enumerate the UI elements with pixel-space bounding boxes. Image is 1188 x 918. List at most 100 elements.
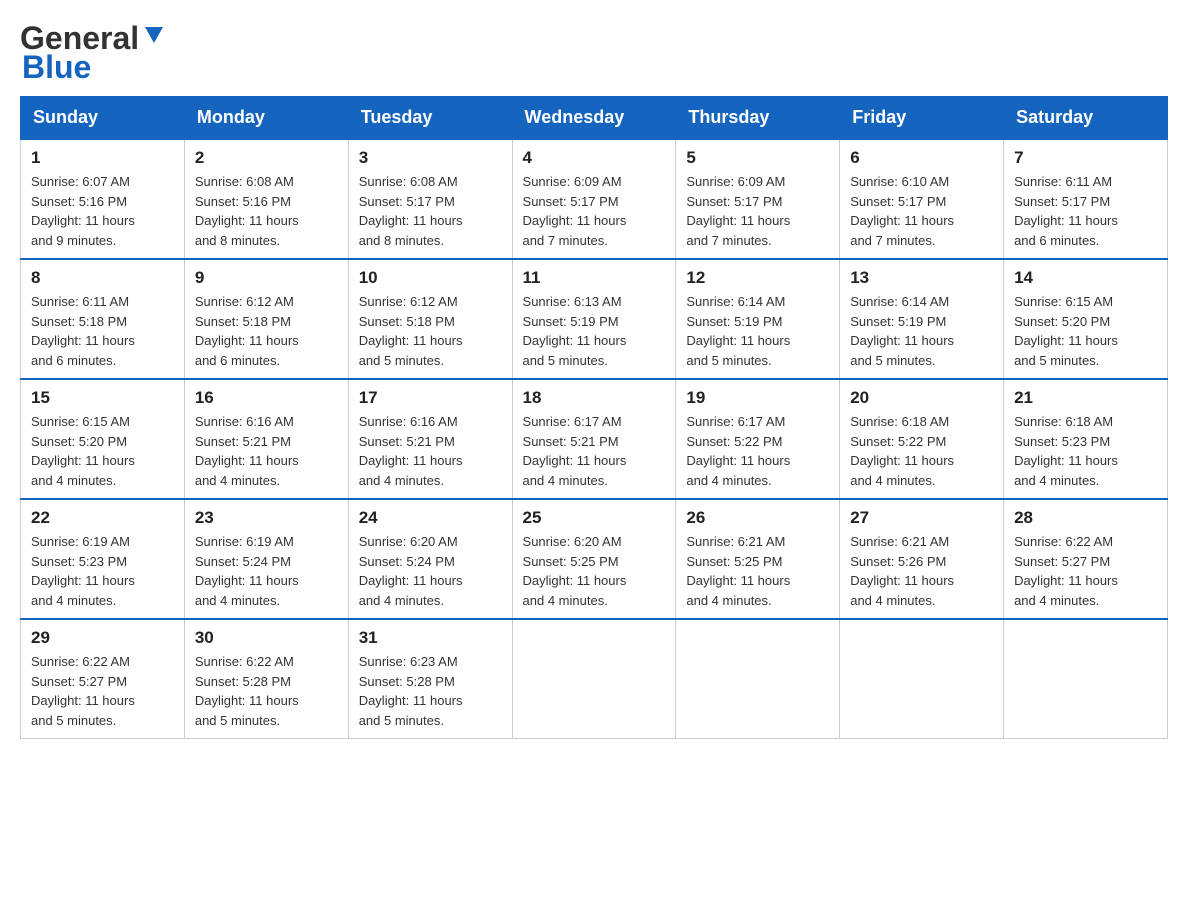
- day-number: 22: [31, 508, 174, 528]
- day-info: Sunrise: 6:22 AMSunset: 5:27 PMDaylight:…: [31, 652, 174, 730]
- day-info: Sunrise: 6:14 AMSunset: 5:19 PMDaylight:…: [850, 292, 993, 370]
- day-number: 7: [1014, 148, 1157, 168]
- day-info: Sunrise: 6:10 AMSunset: 5:17 PMDaylight:…: [850, 172, 993, 250]
- day-number: 17: [359, 388, 502, 408]
- calendar-cell: 15 Sunrise: 6:15 AMSunset: 5:20 PMDaylig…: [21, 379, 185, 499]
- day-info: Sunrise: 6:19 AMSunset: 5:24 PMDaylight:…: [195, 532, 338, 610]
- calendar-cell: 6 Sunrise: 6:10 AMSunset: 5:17 PMDayligh…: [840, 139, 1004, 259]
- day-info: Sunrise: 6:18 AMSunset: 5:23 PMDaylight:…: [1014, 412, 1157, 490]
- calendar-cell: 10 Sunrise: 6:12 AMSunset: 5:18 PMDaylig…: [348, 259, 512, 379]
- calendar-cell: 8 Sunrise: 6:11 AMSunset: 5:18 PMDayligh…: [21, 259, 185, 379]
- week-row-3: 15 Sunrise: 6:15 AMSunset: 5:20 PMDaylig…: [21, 379, 1168, 499]
- day-info: Sunrise: 6:12 AMSunset: 5:18 PMDaylight:…: [359, 292, 502, 370]
- calendar-cell: [512, 619, 676, 739]
- day-number: 3: [359, 148, 502, 168]
- day-number: 1: [31, 148, 174, 168]
- logo-blue-text: Blue: [22, 49, 91, 86]
- day-number: 15: [31, 388, 174, 408]
- day-number: 6: [850, 148, 993, 168]
- day-number: 27: [850, 508, 993, 528]
- day-number: 10: [359, 268, 502, 288]
- calendar-cell: 24 Sunrise: 6:20 AMSunset: 5:24 PMDaylig…: [348, 499, 512, 619]
- calendar-cell: 20 Sunrise: 6:18 AMSunset: 5:22 PMDaylig…: [840, 379, 1004, 499]
- day-number: 20: [850, 388, 993, 408]
- day-info: Sunrise: 6:17 AMSunset: 5:22 PMDaylight:…: [686, 412, 829, 490]
- day-info: Sunrise: 6:09 AMSunset: 5:17 PMDaylight:…: [686, 172, 829, 250]
- day-number: 30: [195, 628, 338, 648]
- day-number: 31: [359, 628, 502, 648]
- calendar-cell: 1 Sunrise: 6:07 AMSunset: 5:16 PMDayligh…: [21, 139, 185, 259]
- day-number: 14: [1014, 268, 1157, 288]
- week-row-2: 8 Sunrise: 6:11 AMSunset: 5:18 PMDayligh…: [21, 259, 1168, 379]
- day-number: 26: [686, 508, 829, 528]
- day-number: 24: [359, 508, 502, 528]
- calendar-cell: 23 Sunrise: 6:19 AMSunset: 5:24 PMDaylig…: [184, 499, 348, 619]
- calendar-cell: 25 Sunrise: 6:20 AMSunset: 5:25 PMDaylig…: [512, 499, 676, 619]
- weekday-header-saturday: Saturday: [1004, 97, 1168, 140]
- day-number: 5: [686, 148, 829, 168]
- week-row-5: 29 Sunrise: 6:22 AMSunset: 5:27 PMDaylig…: [21, 619, 1168, 739]
- weekday-header-friday: Friday: [840, 97, 1004, 140]
- day-info: Sunrise: 6:21 AMSunset: 5:25 PMDaylight:…: [686, 532, 829, 610]
- calendar-cell: 5 Sunrise: 6:09 AMSunset: 5:17 PMDayligh…: [676, 139, 840, 259]
- weekday-header-thursday: Thursday: [676, 97, 840, 140]
- calendar-cell: 28 Sunrise: 6:22 AMSunset: 5:27 PMDaylig…: [1004, 499, 1168, 619]
- day-number: 28: [1014, 508, 1157, 528]
- day-info: Sunrise: 6:19 AMSunset: 5:23 PMDaylight:…: [31, 532, 174, 610]
- day-number: 16: [195, 388, 338, 408]
- calendar-cell: 19 Sunrise: 6:17 AMSunset: 5:22 PMDaylig…: [676, 379, 840, 499]
- calendar-cell: 30 Sunrise: 6:22 AMSunset: 5:28 PMDaylig…: [184, 619, 348, 739]
- calendar-cell: 17 Sunrise: 6:16 AMSunset: 5:21 PMDaylig…: [348, 379, 512, 499]
- day-number: 2: [195, 148, 338, 168]
- calendar-cell: [676, 619, 840, 739]
- calendar-table: SundayMondayTuesdayWednesdayThursdayFrid…: [20, 96, 1168, 739]
- day-info: Sunrise: 6:08 AMSunset: 5:16 PMDaylight:…: [195, 172, 338, 250]
- day-info: Sunrise: 6:14 AMSunset: 5:19 PMDaylight:…: [686, 292, 829, 370]
- day-number: 13: [850, 268, 993, 288]
- calendar-cell: 9 Sunrise: 6:12 AMSunset: 5:18 PMDayligh…: [184, 259, 348, 379]
- day-info: Sunrise: 6:17 AMSunset: 5:21 PMDaylight:…: [523, 412, 666, 490]
- calendar-cell: [1004, 619, 1168, 739]
- weekday-header-monday: Monday: [184, 97, 348, 140]
- calendar-cell: 4 Sunrise: 6:09 AMSunset: 5:17 PMDayligh…: [512, 139, 676, 259]
- day-info: Sunrise: 6:15 AMSunset: 5:20 PMDaylight:…: [31, 412, 174, 490]
- week-row-1: 1 Sunrise: 6:07 AMSunset: 5:16 PMDayligh…: [21, 139, 1168, 259]
- day-info: Sunrise: 6:20 AMSunset: 5:24 PMDaylight:…: [359, 532, 502, 610]
- day-info: Sunrise: 6:22 AMSunset: 5:27 PMDaylight:…: [1014, 532, 1157, 610]
- day-number: 19: [686, 388, 829, 408]
- calendar-cell: 11 Sunrise: 6:13 AMSunset: 5:19 PMDaylig…: [512, 259, 676, 379]
- day-info: Sunrise: 6:11 AMSunset: 5:18 PMDaylight:…: [31, 292, 174, 370]
- day-info: Sunrise: 6:16 AMSunset: 5:21 PMDaylight:…: [359, 412, 502, 490]
- day-number: 18: [523, 388, 666, 408]
- day-number: 12: [686, 268, 829, 288]
- day-number: 11: [523, 268, 666, 288]
- weekday-header-row: SundayMondayTuesdayWednesdayThursdayFrid…: [21, 97, 1168, 140]
- day-number: 23: [195, 508, 338, 528]
- day-info: Sunrise: 6:09 AMSunset: 5:17 PMDaylight:…: [523, 172, 666, 250]
- day-number: 21: [1014, 388, 1157, 408]
- day-number: 29: [31, 628, 174, 648]
- calendar-cell: 31 Sunrise: 6:23 AMSunset: 5:28 PMDaylig…: [348, 619, 512, 739]
- calendar-cell: 2 Sunrise: 6:08 AMSunset: 5:16 PMDayligh…: [184, 139, 348, 259]
- calendar-cell: 26 Sunrise: 6:21 AMSunset: 5:25 PMDaylig…: [676, 499, 840, 619]
- day-info: Sunrise: 6:23 AMSunset: 5:28 PMDaylight:…: [359, 652, 502, 730]
- page-header: General Blue: [20, 20, 1168, 86]
- logo-arrow-icon: [143, 23, 165, 50]
- day-info: Sunrise: 6:15 AMSunset: 5:20 PMDaylight:…: [1014, 292, 1157, 370]
- day-info: Sunrise: 6:18 AMSunset: 5:22 PMDaylight:…: [850, 412, 993, 490]
- day-info: Sunrise: 6:22 AMSunset: 5:28 PMDaylight:…: [195, 652, 338, 730]
- calendar-cell: 14 Sunrise: 6:15 AMSunset: 5:20 PMDaylig…: [1004, 259, 1168, 379]
- day-number: 8: [31, 268, 174, 288]
- day-info: Sunrise: 6:07 AMSunset: 5:16 PMDaylight:…: [31, 172, 174, 250]
- calendar-cell: 29 Sunrise: 6:22 AMSunset: 5:27 PMDaylig…: [21, 619, 185, 739]
- calendar-cell: 22 Sunrise: 6:19 AMSunset: 5:23 PMDaylig…: [21, 499, 185, 619]
- calendar-cell: 7 Sunrise: 6:11 AMSunset: 5:17 PMDayligh…: [1004, 139, 1168, 259]
- calendar-cell: 18 Sunrise: 6:17 AMSunset: 5:21 PMDaylig…: [512, 379, 676, 499]
- weekday-header-tuesday: Tuesday: [348, 97, 512, 140]
- day-info: Sunrise: 6:11 AMSunset: 5:17 PMDaylight:…: [1014, 172, 1157, 250]
- calendar-cell: 3 Sunrise: 6:08 AMSunset: 5:17 PMDayligh…: [348, 139, 512, 259]
- weekday-header-wednesday: Wednesday: [512, 97, 676, 140]
- calendar-cell: [840, 619, 1004, 739]
- day-info: Sunrise: 6:12 AMSunset: 5:18 PMDaylight:…: [195, 292, 338, 370]
- day-info: Sunrise: 6:13 AMSunset: 5:19 PMDaylight:…: [523, 292, 666, 370]
